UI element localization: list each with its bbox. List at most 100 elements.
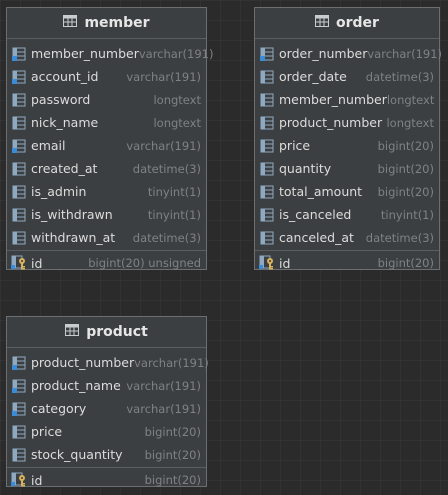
column-icon <box>259 161 275 177</box>
column-type: datetime(3) <box>365 69 434 84</box>
column-name: password <box>31 92 91 107</box>
column-type: varchar(191) <box>126 138 201 153</box>
column-icon <box>11 447 27 463</box>
column-row[interactable]: withdrawn_at datetime(3) <box>7 226 206 249</box>
column-row[interactable]: product_name varchar(191) <box>7 374 206 397</box>
column-row[interactable]: member_number varchar(191) <box>7 42 213 65</box>
table-product[interactable]: product product_number varchar(191) product… <box>6 316 209 488</box>
column-row[interactable]: member_number longtext <box>255 88 439 111</box>
column-name: created_at <box>31 161 98 176</box>
column-icon <box>11 184 27 200</box>
column-icon <box>11 207 27 223</box>
column-name: email <box>31 138 66 153</box>
column-row[interactable]: order_number varchar(191) <box>255 42 443 65</box>
column-row[interactable]: quantity bigint(20) <box>255 157 439 180</box>
primary-key-section: id bigint(20) <box>7 467 206 492</box>
column-row[interactable]: product_number longtext <box>255 111 439 134</box>
column-type: bigint(20) <box>377 256 434 270</box>
column-name: id <box>31 472 43 488</box>
column-type: varchar(191) <box>367 46 443 61</box>
column-row[interactable]: canceled_at datetime(3) <box>255 226 439 249</box>
column-type: tinyint(1) <box>380 207 434 222</box>
column-icon <box>259 230 275 246</box>
column-list: order_number varchar(191) order_date dateti… <box>255 39 443 249</box>
table-grid-icon <box>315 15 330 31</box>
primary-key-section: id bigint(20) unsigned <box>7 250 206 275</box>
column-name: stock_quantity <box>31 447 123 462</box>
column-indexed-icon <box>11 46 27 62</box>
column-type: bigint(20) <box>377 184 434 199</box>
column-name: product_number <box>279 115 383 130</box>
primary-key-row[interactable]: id bigint(20) <box>7 468 206 492</box>
table-header[interactable]: product <box>7 317 206 348</box>
table-member[interactable]: member member_number varchar(191) account_i… <box>6 7 213 271</box>
column-type: bigint(20) <box>377 138 434 153</box>
column-name: category <box>31 401 87 416</box>
column-name: product_name <box>31 378 121 393</box>
column-row[interactable]: price bigint(20) <box>7 420 206 443</box>
column-type: longtext <box>386 115 434 130</box>
table-name: member <box>84 15 150 31</box>
column-type: tinyint(1) <box>147 207 201 222</box>
column-list: product_number varchar(191) product_name va… <box>7 348 209 466</box>
column-row[interactable]: stock_quantity bigint(20) <box>7 443 206 466</box>
column-list: member_number varchar(191) account_id varch… <box>7 39 213 249</box>
column-row[interactable]: account_id varchar(191) <box>7 65 206 88</box>
primary-key-icon <box>11 255 27 271</box>
column-icon <box>259 184 275 200</box>
column-row[interactable]: price bigint(20) <box>255 134 439 157</box>
column-icon <box>259 69 275 85</box>
column-icon <box>259 207 275 223</box>
table-header[interactable]: member <box>7 8 206 39</box>
column-row[interactable]: is_admin tinyint(1) <box>7 180 206 203</box>
column-name: quantity <box>279 161 332 176</box>
column-name: price <box>279 138 311 153</box>
column-icon <box>259 115 275 131</box>
column-type: datetime(3) <box>365 230 434 245</box>
column-type: varchar(191) <box>134 355 209 370</box>
column-name: price <box>31 424 63 439</box>
table-header[interactable]: order <box>255 8 439 39</box>
column-row[interactable]: category varchar(191) <box>7 397 206 420</box>
column-row[interactable]: order_date datetime(3) <box>255 65 439 88</box>
table-order[interactable]: order order_number varchar(191) order_date d… <box>254 7 443 271</box>
column-name: order_number <box>279 46 368 61</box>
column-row[interactable]: created_at datetime(3) <box>7 157 206 180</box>
column-type: varchar(191) <box>126 378 201 393</box>
column-icon <box>11 92 27 108</box>
column-row[interactable]: email varchar(191) <box>7 134 206 157</box>
column-indexed-icon <box>11 355 27 371</box>
column-row[interactable]: is_canceled tinyint(1) <box>255 203 439 226</box>
column-icon <box>259 92 275 108</box>
primary-key-row[interactable]: id bigint(20) unsigned <box>7 251 206 275</box>
column-name: is_canceled <box>279 207 352 222</box>
column-type: bigint(20) <box>377 161 434 176</box>
column-icon <box>11 424 27 440</box>
column-type: bigint(20) <box>144 424 201 439</box>
column-indexed-icon <box>11 138 27 154</box>
column-row[interactable]: product_number varchar(191) <box>7 351 209 374</box>
column-row[interactable]: total_amount bigint(20) <box>255 180 439 203</box>
column-type: varchar(191) <box>138 46 214 61</box>
column-row[interactable]: nick_name longtext <box>7 111 206 134</box>
column-type: bigint(20) <box>144 447 201 462</box>
primary-key-row[interactable]: id bigint(20) <box>255 251 439 275</box>
column-type: longtext <box>386 92 435 107</box>
primary-key-icon <box>11 472 27 488</box>
column-type: varchar(191) <box>126 69 201 84</box>
column-name: id <box>31 255 43 271</box>
column-type: longtext <box>153 115 201 130</box>
column-name: is_admin <box>31 184 87 199</box>
column-name: product_number <box>31 355 135 370</box>
column-type: tinyint(1) <box>147 184 201 199</box>
column-name: member_number <box>31 46 139 61</box>
table-name: product <box>86 324 148 340</box>
column-name: order_date <box>279 69 347 84</box>
column-row[interactable]: password longtext <box>7 88 206 111</box>
column-icon <box>11 115 27 131</box>
column-icon <box>259 138 275 154</box>
column-name: is_withdrawn <box>31 207 113 222</box>
column-row[interactable]: is_withdrawn tinyint(1) <box>7 203 206 226</box>
column-type: bigint(20) unsigned <box>88 256 201 270</box>
column-name: canceled_at <box>279 230 354 245</box>
